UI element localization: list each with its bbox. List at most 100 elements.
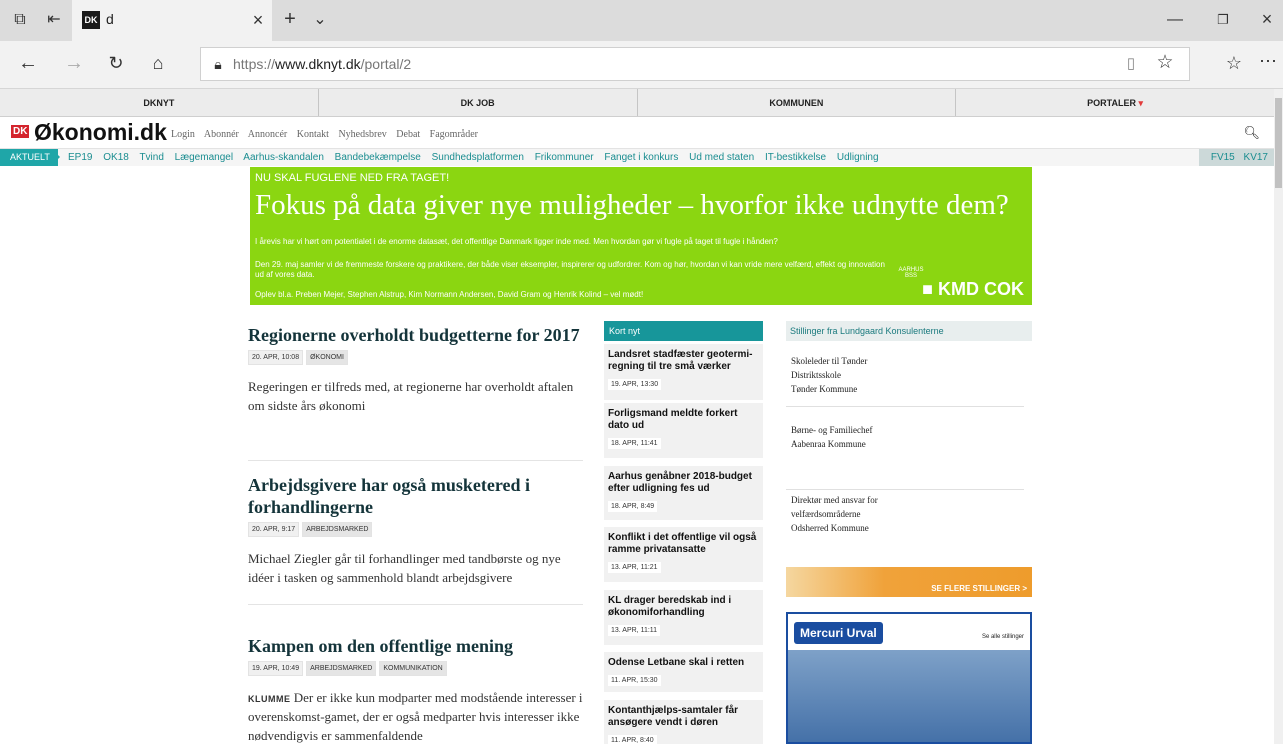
link-login[interactable]: Login (171, 129, 195, 140)
tab-set-aside-icon[interactable]: ⧉ (10, 10, 30, 30)
reading-view-icon[interactable]: ▯ (1121, 54, 1141, 74)
site-logo[interactable]: Økonomi.dk (34, 119, 167, 146)
article-lead: Michael Ziegler går til forhandlinger me… (248, 551, 561, 585)
tag-item[interactable]: Aarhus-skandalen (243, 152, 324, 163)
sponsor-logos: ■ KMD COK (922, 279, 1024, 299)
news-title[interactable]: Kontanthjælps-samtaler får ansøgere vend… (608, 705, 759, 729)
link-annoncer[interactable]: Annoncér (248, 129, 287, 140)
article-title[interactable]: Arbejdsgivere har også musketered i forh… (248, 474, 583, 518)
tag-item[interactable]: FV15 (1211, 152, 1235, 163)
aktuelt-arrow (52, 149, 60, 165)
restore-icon[interactable]: ❐ (1208, 10, 1238, 30)
topnav-portaler[interactable]: PORTALER ▾ (956, 89, 1274, 116)
tag-item[interactable]: Fanget i konkurs (604, 152, 678, 163)
link-debat[interactable]: Debat (396, 129, 420, 140)
news-item[interactable]: Forligsmand meldte forkert dato ud 18. A… (604, 403, 763, 458)
jobs-header: Stillinger fra Lundgaard Konsulenterne (786, 321, 1032, 341)
more-jobs-link[interactable]: SE FLERE STILLINGER > (931, 584, 1027, 593)
tag-item[interactable]: Sundhedsplatformen (432, 152, 524, 163)
site-top-nav: DKNYT DK JOB KOMMUNEN PORTALER ▾ (0, 89, 1274, 117)
news-title[interactable]: Aarhus genåbner 2018-budget efter udlign… (608, 471, 759, 495)
news-title[interactable]: KL drager beredskab ind i økonomiforhand… (608, 595, 759, 619)
job-listing[interactable]: Direktør med ansvar for velfærdsområdern… (791, 493, 1021, 535)
window-close-icon[interactable]: × (1252, 9, 1282, 29)
caret-down-icon: ▾ (1138, 98, 1144, 108)
link-fagomrader[interactable]: Fagområder (430, 129, 478, 140)
article-date: 20. APR, 9:17 (248, 522, 300, 537)
news-date: 11. APR, 8:40 (608, 735, 657, 746)
browser-toolbar: ← → ↻ ⌂ 🔒︎ https://www.dknyt.dk/portal/2… (0, 41, 1283, 89)
article-category[interactable]: ØKONOMI (306, 350, 348, 365)
article-title[interactable]: Regionerne overholdt budgetterne for 201… (248, 324, 583, 346)
news-title[interactable]: Landsret stadfæster geotermi-regning til… (608, 349, 759, 373)
job-listing[interactable]: Børne- og Familiechef Aabenraa Kommune (791, 423, 1021, 451)
banner-kicker: NU SKAL FUGLENE NED FRA TAGET! (255, 172, 450, 184)
tag-item[interactable]: IT-bestikkelse (765, 152, 826, 163)
logo-badge[interactable]: DK (11, 125, 30, 138)
banner-text: Oplev bl.a. Preben Mejer, Stephen Alstru… (255, 290, 644, 299)
topnav-dknyt[interactable]: DKNYT (0, 89, 319, 116)
news-date: 13. APR, 11:21 (608, 562, 661, 573)
news-item[interactable]: Konflikt i det offentlige vil også ramme… (604, 527, 763, 582)
scrollbar-thumb[interactable] (1275, 98, 1282, 188)
minimize-icon[interactable]: — (1160, 10, 1190, 30)
search-icon[interactable]: 🔍︎ (1243, 125, 1260, 141)
star-icon[interactable]: ☆ (1153, 53, 1177, 73)
refresh-icon[interactable]: ↻ (104, 53, 128, 73)
article-card[interactable]: Arbejdsgivere har også musketered i forh… (248, 474, 583, 587)
tag-item[interactable]: Tvind (139, 152, 163, 163)
tab-preview-icon[interactable]: ⇤ (44, 10, 64, 30)
news-title[interactable]: Forligsmand meldte forkert dato ud (608, 408, 759, 432)
news-title[interactable]: Konflikt i det offentlige vil også ramme… (608, 532, 759, 556)
tag-item[interactable]: KV17 (1244, 152, 1268, 163)
news-item[interactable]: Odense Letbane skal i retten 11. APR, 15… (604, 652, 763, 692)
tab-title: d (106, 11, 114, 27)
tag-item[interactable]: OK18 (103, 152, 129, 163)
link-nyhedsbrev[interactable]: Nyhedsbrev (338, 129, 386, 140)
more-jobs-banner[interactable]: SE FLERE STILLINGER > (786, 567, 1032, 597)
aktuelt-label: AKTUELT (0, 149, 58, 166)
news-item[interactable]: Aarhus genåbner 2018-budget efter udlign… (604, 466, 763, 520)
tag-item[interactable]: Udligning (837, 152, 879, 163)
article-card[interactable]: Regionerne overholdt budgetterne for 201… (248, 324, 583, 415)
news-item[interactable]: Kontanthjælps-samtaler får ansøgere vend… (604, 700, 763, 746)
tag-item[interactable]: Bandebekæmpelse (335, 152, 421, 163)
article-card[interactable]: Kampen om den offentlige mening 19. APR,… (248, 635, 583, 745)
banner-ad[interactable]: NU SKAL FUGLENE NED FRA TAGET! Fokus på … (250, 167, 1032, 305)
site-favicon: DK (82, 11, 100, 29)
tag-item[interactable]: Lægemangel (175, 152, 233, 163)
tag-item[interactable]: Frikommuner (535, 152, 594, 163)
news-item[interactable]: KL drager beredskab ind i økonomiforhand… (604, 590, 763, 645)
tag-item[interactable]: EP19 (68, 152, 92, 163)
close-icon[interactable]: × (248, 10, 268, 30)
see-all-jobs-link[interactable]: Se alle stillinger (982, 634, 1024, 640)
topnav-kommunen[interactable]: KOMMUNEN (638, 89, 957, 116)
tag-item[interactable]: Ud med staten (689, 152, 754, 163)
browser-tab[interactable] (72, 0, 272, 41)
link-abonner[interactable]: Abonnér (204, 129, 239, 140)
plus-icon[interactable]: + (280, 9, 300, 29)
tag-list: EP19 OK18 Tvind Lægemangel Aarhus-skanda… (68, 149, 887, 166)
mercuri-logo: Mercuri Urval (794, 622, 883, 644)
article-category[interactable]: KOMMUNIKATION (379, 661, 447, 676)
more-icon[interactable]: ⋯ (1256, 51, 1280, 71)
article-meta: 19. APR, 10:49 ARBEJDSMARKED KOMMUNIKATI… (248, 661, 583, 676)
favorites-list-icon[interactable]: ☆ (1222, 53, 1246, 73)
mercuri-urval-ad[interactable]: Mercuri Urval Se alle stillinger (786, 612, 1032, 744)
home-icon[interactable]: ⌂ (146, 53, 170, 73)
article-category[interactable]: ARBEJDSMARKED (302, 522, 373, 537)
article-category[interactable]: ARBEJDSMARKED (306, 661, 377, 676)
chevron-down-icon[interactable]: ⌄ (310, 10, 330, 30)
forward-arrow-icon[interactable]: → (62, 53, 86, 73)
topnav-dk-job[interactable]: DK JOB (319, 89, 638, 116)
address-input[interactable]: 🔒︎ https://www.dknyt.dk/portal/2 ▯ ☆ (200, 47, 1190, 81)
news-title[interactable]: Odense Letbane skal i retten (608, 657, 759, 669)
news-item[interactable]: Landsret stadfæster geotermi-regning til… (604, 344, 763, 400)
back-arrow-icon[interactable]: ← (16, 53, 40, 73)
banner-text: Den 29. maj samler vi de fremmeste forsk… (255, 260, 885, 279)
article-lead: KLUMME Der er ikke kun modparter med mod… (248, 690, 583, 743)
job-listing[interactable]: Skoleleder til Tønder Distriktsskole Tøn… (791, 354, 1021, 396)
link-kontakt[interactable]: Kontakt (297, 129, 329, 140)
divider (248, 604, 583, 605)
article-title[interactable]: Kampen om den offentlige mening (248, 635, 583, 657)
